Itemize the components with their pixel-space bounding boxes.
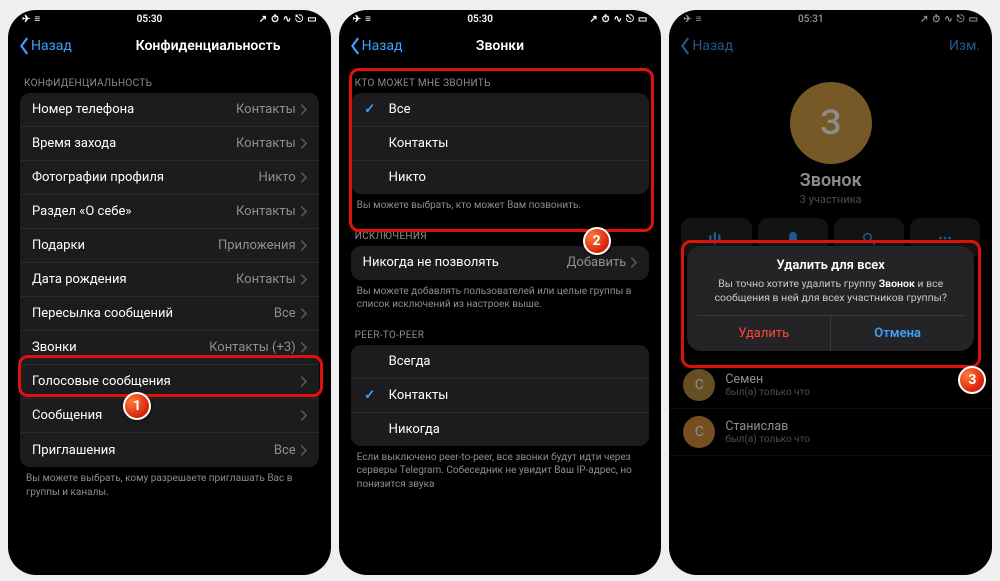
alert-title: Удалить для всех bbox=[697, 258, 964, 273]
section-header: КОНФИДЕНЦИАЛЬНОСТЬ bbox=[8, 68, 331, 93]
row-phone[interactable]: Номер телефонаКонтакты bbox=[20, 93, 319, 127]
row-gifts[interactable]: ПодаркиПриложения bbox=[20, 229, 319, 263]
row-lastseen[interactable]: Время заходаКонтакты bbox=[20, 127, 319, 161]
opt-nobody[interactable]: Никто bbox=[351, 161, 650, 194]
alert-message: Вы точно хотите удалить группу Звонок и … bbox=[697, 277, 964, 315]
step-badge-2: 2 bbox=[583, 227, 611, 255]
screen-calls: ✈︎≡ 05:30 ↗⏱∿⎋▭ Назад Звонки КТО МОЖЕТ М… bbox=[339, 10, 662, 575]
section-p2p: PEER-TO-PEER bbox=[339, 320, 662, 345]
row-calls[interactable]: ЗвонкиКонтакты (+3) bbox=[20, 331, 319, 365]
footer-exc: Вы можете добавлять пользователей или це… bbox=[339, 280, 662, 320]
back-button[interactable]: Назад bbox=[349, 37, 403, 55]
p2p-never[interactable]: Никогда bbox=[351, 413, 650, 446]
who-can-call-group: ✓Все Контакты Никто bbox=[351, 93, 650, 194]
status-bar: ✈︎≡ 05:30 ↗⏱∿⎋▭ bbox=[8, 10, 331, 28]
back-button[interactable]: Назад bbox=[18, 37, 72, 55]
page-title: Конфиденциальность bbox=[136, 38, 281, 54]
row-bio[interactable]: Раздел «О себе»Контакты bbox=[20, 195, 319, 229]
row-invites[interactable]: ПриглашенияВсе bbox=[20, 433, 319, 467]
row-photos[interactable]: Фотографии профиляНикто bbox=[20, 161, 319, 195]
screen-group-delete: ✈︎≡ 05:31 ↗⏱∿⎋▭ Назад Изм. З Звонок 3 уч… bbox=[669, 10, 992, 575]
opt-contacts[interactable]: Контакты bbox=[351, 127, 650, 161]
opt-all[interactable]: ✓Все bbox=[351, 93, 650, 127]
row-forward[interactable]: Пересылка сообщенийВсе bbox=[20, 297, 319, 331]
status-bar: ✈︎≡ 05:30 ↗⏱∿⎋▭ bbox=[339, 10, 662, 28]
section-exceptions: ИСКЛЮЧЕНИЯ bbox=[339, 221, 662, 246]
delete-alert: Удалить для всех Вы точно хотите удалить… bbox=[687, 246, 974, 351]
p2p-group: Всегда ✓Контакты Никогда bbox=[351, 345, 650, 446]
p2p-contacts[interactable]: ✓Контакты bbox=[351, 379, 650, 413]
row-voice[interactable]: Голосовые сообщения bbox=[20, 365, 319, 399]
p2p-always[interactable]: Всегда bbox=[351, 345, 650, 379]
section-who-can-call: КТО МОЖЕТ МНЕ ЗВОНИТЬ bbox=[339, 68, 662, 93]
footer-who: Вы можете выбрать, кто может Вам позвони… bbox=[339, 194, 662, 221]
screen-privacy: ✈︎≡ 05:30 ↗⏱∿⎋▭ Назад Конфиденциальность… bbox=[8, 10, 331, 575]
footer-p2p: Если выключено peer-to-peer, все звонки … bbox=[339, 446, 662, 500]
section-footer: Вы можете выбрать, кому разрешаете пригл… bbox=[8, 467, 331, 507]
privacy-group: Номер телефонаКонтакты Время заходаКонта… bbox=[20, 93, 319, 467]
step-badge-1: 1 bbox=[123, 392, 151, 420]
alert-cancel-button[interactable]: Отмена bbox=[831, 316, 964, 351]
alert-delete-button[interactable]: Удалить bbox=[697, 316, 831, 351]
row-messages[interactable]: Сообщения bbox=[20, 399, 319, 433]
page-title: Звонки bbox=[476, 38, 524, 54]
row-birthday[interactable]: Дата рожденияКонтакты bbox=[20, 263, 319, 297]
